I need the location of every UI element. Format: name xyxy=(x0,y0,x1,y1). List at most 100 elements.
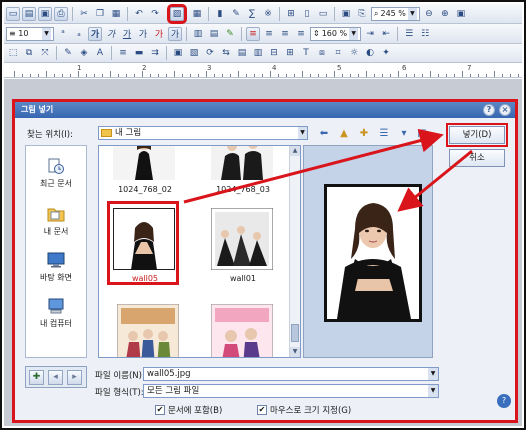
print-icon[interactable]: ⎙ xyxy=(54,6,68,21)
tools-icon[interactable]: ▾ xyxy=(397,126,411,140)
chevron-down-icon[interactable]: ▼ xyxy=(298,127,307,139)
save-icon[interactable]: ▣ xyxy=(38,6,52,21)
file-thumbnail[interactable] xyxy=(113,146,175,186)
help-icon[interactable]: ? xyxy=(483,104,495,116)
align-center-icon[interactable]: ≡ xyxy=(294,27,308,41)
file-name-caption[interactable]: wall01 xyxy=(203,274,283,283)
underline-icon[interactable]: 가 xyxy=(120,27,134,41)
symbol-icon[interactable]: ※ xyxy=(261,7,275,21)
align-objects-icon[interactable]: ⊟ xyxy=(267,46,281,60)
ungroup-icon[interactable]: ⤧ xyxy=(38,46,52,60)
flip-icon[interactable]: ⇆ xyxy=(219,46,233,60)
mouse-size-checkbox[interactable]: ✔ 마우스로 크기 지정(G) xyxy=(257,404,351,416)
textbox-icon[interactable]: T xyxy=(299,46,313,60)
file-thumbnail[interactable] xyxy=(211,208,273,276)
font-size-down-icon[interactable]: ₐ xyxy=(72,27,86,41)
file-name-field[interactable]: wall05.jpg ▼ xyxy=(143,367,439,381)
up-folder-icon[interactable]: ▲ xyxy=(337,126,351,140)
line-style-icon[interactable]: ≡ xyxy=(116,46,130,60)
new-document-icon[interactable]: ▭ xyxy=(6,6,20,21)
line-width-icon[interactable]: ▬ xyxy=(132,46,146,60)
insert-button[interactable]: 넣기(D) xyxy=(446,123,508,147)
add-picture-icon[interactable]: ✚ xyxy=(29,370,44,385)
3d-icon[interactable]: ▧ xyxy=(187,46,201,60)
preview-toggle-icon[interactable]: ▤ xyxy=(415,126,429,140)
line-spacing-combo[interactable]: ⇕ 160 % ▼ xyxy=(310,26,362,41)
help-icon[interactable]: ? xyxy=(497,394,511,408)
embed-in-document-checkbox[interactable]: ✔ 문서에 포함(B) xyxy=(155,404,222,416)
file-list[interactable]: 1024_768_02 1024_768_03 wall05 wall01 ▲ … xyxy=(98,145,301,358)
file-name-caption[interactable]: 1024_768_02 xyxy=(105,185,185,194)
chevron-down-icon[interactable]: ▼ xyxy=(349,27,359,40)
file-list-scrollbar[interactable]: ▲ ▼ xyxy=(289,146,300,357)
place-desktop[interactable]: 바탕 화면 xyxy=(26,252,86,283)
chevron-down-icon[interactable]: ▼ xyxy=(42,27,51,40)
open-icon[interactable]: ▤ xyxy=(22,6,36,21)
chevron-down-icon[interactable]: ▼ xyxy=(428,385,438,397)
chevron-down-icon[interactable]: ▼ xyxy=(407,7,417,20)
close-icon[interactable]: × xyxy=(499,104,511,116)
contrast-icon[interactable]: ◐ xyxy=(363,46,377,60)
align-left-icon[interactable]: ≡ xyxy=(262,27,276,41)
text-color-icon[interactable]: A xyxy=(93,46,107,60)
wrap-icon[interactable]: ⧈ xyxy=(315,46,329,60)
draw-icon[interactable]: ✎ xyxy=(229,7,243,21)
numbering-icon[interactable]: ☰ xyxy=(402,27,416,41)
chart-icon[interactable]: ▮ xyxy=(213,7,227,21)
font-color-icon[interactable]: 가 xyxy=(152,27,166,41)
checkbox-box[interactable]: ✔ xyxy=(257,404,267,415)
style-combo[interactable]: ≡ 10 ▼ xyxy=(6,26,54,41)
italic-icon[interactable]: 가 xyxy=(104,27,118,41)
superscript-icon[interactable]: ▥ xyxy=(191,27,205,41)
outdent-icon[interactable]: ⇤ xyxy=(379,27,393,41)
shadow-icon[interactable]: ▣ xyxy=(171,46,185,60)
distribute-icon[interactable]: ⊞ xyxy=(283,46,297,60)
file-type-field[interactable]: 모든 그림 파일 ▼ xyxy=(143,384,439,398)
paste-icon[interactable]: ▦ xyxy=(109,7,123,21)
brightness-icon[interactable]: ☼ xyxy=(347,46,361,60)
monitor-icon[interactable]: ▣ xyxy=(339,7,353,21)
preview-icon[interactable]: ⎘ xyxy=(355,7,369,21)
font-size-up-icon[interactable]: ᵃ xyxy=(56,27,70,41)
indent-icon[interactable]: ⇥ xyxy=(363,27,377,41)
subscript-icon[interactable]: ▤ xyxy=(207,27,221,41)
scroll-up-icon[interactable]: ▲ xyxy=(290,146,300,156)
scroll-thumb[interactable] xyxy=(291,324,299,342)
rotate-icon[interactable]: ⟳ xyxy=(203,46,217,60)
new-folder-icon[interactable]: ✚ xyxy=(357,126,371,140)
line-color-icon[interactable]: ✎ xyxy=(61,46,75,60)
fill-color-icon[interactable]: ◈ xyxy=(77,46,91,60)
file-name-caption[interactable]: 1024_768_03 xyxy=(203,185,283,194)
bold-icon[interactable]: 가 xyxy=(88,26,102,41)
header-icon[interactable]: ⊞ xyxy=(284,7,298,21)
picture-effect-icon[interactable]: ✦ xyxy=(379,46,393,60)
bring-front-icon[interactable]: ▤ xyxy=(235,46,249,60)
place-recent[interactable]: 최근 문서 xyxy=(26,158,86,189)
dialog-title-bar[interactable]: 그림 넣기 ? × xyxy=(15,102,515,118)
checkbox-box[interactable]: ✔ xyxy=(155,404,165,415)
zoom-combo[interactable]: ⌕ 245 % ▼ xyxy=(371,6,420,21)
formula-icon[interactable]: ∑ xyxy=(245,7,259,21)
table-icon[interactable]: ▦ xyxy=(190,7,204,21)
page-icon[interactable]: ▯ xyxy=(300,7,314,21)
file-thumbnail[interactable] xyxy=(211,304,273,357)
undo-icon[interactable]: ↶ xyxy=(132,7,146,21)
align-justify-icon[interactable]: ≡ xyxy=(246,26,260,41)
place-my-documents[interactable]: 내 문서 xyxy=(26,206,86,237)
view-menu-icon[interactable]: ☰ xyxy=(377,126,391,140)
align-right-icon[interactable]: ≡ xyxy=(278,27,292,41)
cancel-button[interactable]: 취소 xyxy=(449,149,505,167)
cut-icon[interactable]: ✂ xyxy=(77,7,91,21)
bullets-icon[interactable]: ☷ xyxy=(418,27,432,41)
highlight-color-icon[interactable]: 가 xyxy=(168,26,182,41)
strikethrough-icon[interactable]: 가 xyxy=(136,27,150,41)
pen-icon[interactable]: ✎ xyxy=(223,27,237,41)
redo-icon[interactable]: ↷ xyxy=(148,7,162,21)
zoom-out-icon[interactable]: ⊖ xyxy=(422,7,436,21)
copy-icon[interactable]: ❐ xyxy=(93,7,107,21)
group-icon[interactable]: ⧉ xyxy=(22,46,36,60)
file-thumbnail[interactable] xyxy=(211,146,273,186)
crop-icon[interactable]: ⌗ xyxy=(331,46,345,60)
send-back-icon[interactable]: ▥ xyxy=(251,46,265,60)
zoom-in-icon[interactable]: ⊕ xyxy=(438,7,452,21)
